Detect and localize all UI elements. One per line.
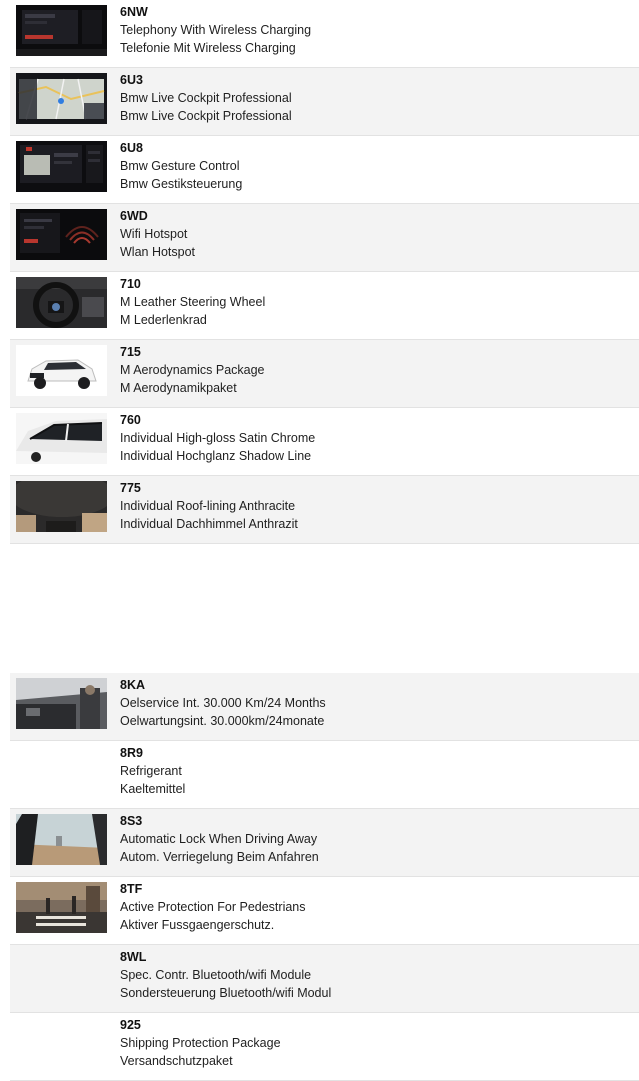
option-name-en: Wifi Hotspot	[120, 227, 188, 241]
option-name-de: Versandschutzpaket	[120, 1054, 233, 1068]
option-name-en: Telephony With Wireless Charging	[120, 23, 312, 37]
option-name-de: Sondersteuerung Bluetooth/wifi Modul	[120, 986, 332, 1000]
street-pedestrians-image	[16, 882, 107, 933]
option-name-de: Autom. Verriegelung Beim Anfahren	[120, 850, 319, 864]
option-code: 760	[120, 413, 141, 427]
list-item: 6NW Telephony With Wireless Charging Tel…	[10, 0, 639, 68]
option-code: 8R9	[120, 746, 143, 760]
option-name-en: Active Protection For Pedestrians	[120, 900, 306, 914]
list-item: 760 Individual High-gloss Satin Chrome I…	[10, 408, 639, 476]
option-code: 8WL	[120, 950, 147, 964]
option-code: 715	[120, 345, 141, 359]
option-name-de: Wlan Hotspot	[120, 245, 196, 259]
option-code: 775	[120, 481, 141, 495]
option-name-de: Bmw Gestiksteuerung	[120, 177, 243, 191]
list-item: 8KA Oelservice Int. 30.000 Km/24 Months …	[10, 673, 639, 741]
option-name-en: Spec. Contr. Bluetooth/wifi Module	[120, 968, 312, 982]
list-item: 6U3 Bmw Live Cockpit Professional Bmw Li…	[10, 68, 639, 136]
door-interior-image	[16, 814, 107, 865]
list-item: 6U8 Bmw Gesture Control Bmw Gestiksteuer…	[10, 136, 639, 204]
option-code: 710	[120, 277, 141, 291]
option-code: 8S3	[120, 814, 143, 828]
window-trim-image	[16, 413, 107, 464]
wifi-hotspot-screen-image	[16, 209, 107, 260]
option-name-en: Automatic Lock When Driving Away	[120, 832, 318, 846]
steering-wheel-image	[16, 277, 107, 328]
option-name-de: Individual Hochglanz Shadow Line	[120, 449, 312, 463]
list-item: 6WD Wifi Hotspot Wlan Hotspot	[10, 204, 639, 272]
option-code: 6NW	[120, 5, 148, 19]
engine-service-image	[16, 678, 107, 729]
list-item: 8WL Spec. Contr. Bluetooth/wifi Module S…	[10, 945, 639, 1013]
option-name-en: M Aerodynamics Package	[120, 363, 265, 377]
option-name-de: Oelwartungsint. 30.000km/24monate	[120, 714, 325, 728]
navigation-map-image	[16, 73, 107, 124]
option-name-de: Bmw Live Cockpit Professional	[120, 109, 292, 123]
list-item: 925 Shipping Protection Package Versands…	[10, 1013, 639, 1081]
option-name-en: Bmw Gesture Control	[120, 159, 240, 173]
gesture-control-screen-image	[16, 141, 107, 192]
option-name-en: Bmw Live Cockpit Professional	[120, 91, 292, 105]
list-item: 8TF Active Protection For Pedestrians Ak…	[10, 877, 639, 945]
option-name-de: Aktiver Fussgaengerschutz.	[120, 918, 275, 932]
option-name-de: Individual Dachhimmel Anthrazit	[120, 517, 298, 531]
option-list-bottom: 8KA Oelservice Int. 30.000 Km/24 Months …	[10, 673, 639, 1081]
option-name-de: M Aerodynamikpaket	[120, 381, 237, 395]
option-code: 6WD	[120, 209, 148, 223]
dashboard-display-image	[16, 5, 107, 56]
option-code: 8TF	[120, 882, 143, 896]
option-name-en: M Leather Steering Wheel	[120, 295, 266, 309]
option-name-en: Individual Roof-lining Anthracite	[120, 499, 296, 513]
white-suv-image	[16, 345, 107, 396]
option-name-de: M Lederlenkrad	[120, 313, 207, 327]
option-name-en: Shipping Protection Package	[120, 1036, 281, 1050]
list-item: 715 M Aerodynamics Package M Aerodynamik…	[10, 340, 639, 408]
list-item: 8R9 Refrigerant Kaeltemittel	[10, 741, 639, 809]
list-item: 710 M Leather Steering Wheel M Lederlenk…	[10, 272, 639, 340]
option-name-de: Kaeltemittel	[120, 782, 186, 796]
option-name-de: Telefonie Mit Wireless Charging	[120, 41, 296, 55]
option-code: 6U8	[120, 141, 143, 155]
option-list-top: 6NW Telephony With Wireless Charging Tel…	[10, 0, 639, 544]
list-item: 8S3 Automatic Lock When Driving Away Aut…	[10, 809, 639, 877]
option-name-en: Oelservice Int. 30.000 Km/24 Months	[120, 696, 326, 710]
list-item: 775 Individual Roof-lining Anthracite In…	[10, 476, 639, 544]
option-name-en: Individual High-gloss Satin Chrome	[120, 431, 316, 445]
option-code: 6U3	[120, 73, 143, 87]
roof-lining-image	[16, 481, 107, 532]
option-code: 925	[120, 1018, 141, 1032]
option-code: 8KA	[120, 678, 146, 692]
option-name-en: Refrigerant	[120, 764, 182, 778]
